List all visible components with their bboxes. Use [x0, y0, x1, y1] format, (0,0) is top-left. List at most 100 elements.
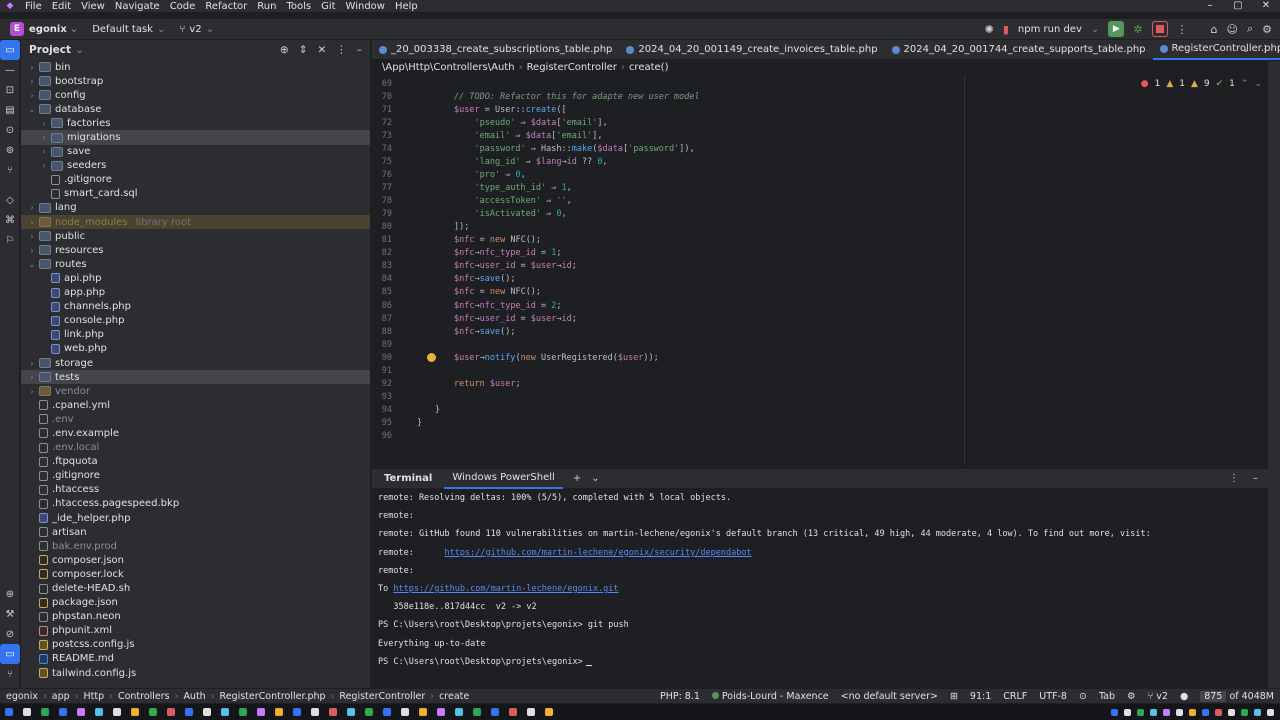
code-line[interactable]: 93: [372, 390, 1252, 403]
taskbar-app-icon[interactable]: [18, 706, 36, 718]
taskbar-app-icon[interactable]: [36, 706, 54, 718]
menu-tools[interactable]: Tools: [281, 1, 316, 12]
taskbar-app-icon[interactable]: [270, 706, 288, 718]
breadcrumb-item[interactable]: \App\Http\Controllers\Auth: [382, 62, 515, 73]
tab-list-icon[interactable]: ⌄: [1242, 44, 1250, 55]
notifications-icon[interactable]: ●: [1180, 691, 1188, 702]
tree-item[interactable]: › bootstrap: [21, 74, 370, 88]
code-line[interactable]: 69: [372, 77, 1252, 90]
hide-icon[interactable]: –: [1253, 473, 1258, 484]
tree-item[interactable]: › vendor: [21, 384, 370, 398]
code-line[interactable]: 75 'lang_id' ⇒ $lang→id ?? 0,: [372, 155, 1252, 168]
git-log-icon[interactable]: ⑂: [0, 664, 20, 684]
problems-icon[interactable]: ⊘: [0, 624, 20, 644]
tree-item[interactable]: delete-HEAD.sh: [21, 581, 370, 595]
tree-item[interactable]: › bin: [21, 60, 370, 74]
tree-item[interactable]: ⌄ routes: [21, 257, 370, 271]
file-encoding[interactable]: UTF-8: [1039, 691, 1067, 702]
tree-item[interactable]: phpunit.xml: [21, 624, 370, 638]
taskbar-app-icon[interactable]: [414, 706, 432, 718]
code-editor[interactable]: ● 1 ▲ 1 ▲ 9 ✔ 1 ⌃ ⌄ 69 70// TODO: Refactor th…: [372, 75, 1268, 465]
tree-item[interactable]: .cpanel.yml: [21, 398, 370, 412]
terminal-link[interactable]: https://github.com/martin-lechene/egonix…: [445, 548, 752, 558]
taskbar-app-icon[interactable]: [144, 706, 162, 718]
taskbar-app-icon[interactable]: [108, 706, 126, 718]
code-line[interactable]: 89: [372, 338, 1252, 351]
database-icon[interactable]: ⊚: [0, 140, 20, 160]
taskbar-app-icon[interactable]: [306, 706, 324, 718]
code-line[interactable]: 83 $nfc→user_id = $user→id;: [372, 260, 1252, 273]
code-line[interactable]: 81 $nfc = new NFC();: [372, 234, 1252, 247]
ai-assistant-icon[interactable]: ⊞: [950, 691, 958, 702]
editor-tab[interactable]: _20_003338_create_subscriptions_table.ph…: [372, 40, 619, 60]
branch-selector[interactable]: ⑂ v2 ⌄: [179, 24, 214, 35]
code-line[interactable]: 92 return $user;: [372, 377, 1252, 390]
menu-git[interactable]: Git: [316, 1, 340, 12]
tree-item[interactable]: › lang: [21, 201, 370, 215]
code-line[interactable]: 74 'password' ⇒ Hash::make($data['passwo…: [372, 142, 1252, 155]
bug-icon[interactable]: ✺: [985, 23, 994, 36]
tree-item[interactable]: _ide_helper.php: [21, 511, 370, 525]
code-line[interactable]: 95}: [372, 417, 1252, 430]
options-icon[interactable]: ⋮: [336, 44, 347, 56]
add-tab-icon[interactable]: +: [573, 473, 581, 484]
tree-item[interactable]: › factories: [21, 116, 370, 130]
taskbar-app-icon[interactable]: [378, 706, 396, 718]
tray-icon[interactable]: [1189, 708, 1196, 716]
tree-item[interactable]: › resources: [21, 243, 370, 257]
tree-item[interactable]: composer.lock: [21, 567, 370, 581]
tree-item[interactable]: .env.example: [21, 426, 370, 440]
taskbar-app-icon[interactable]: [288, 706, 306, 718]
breadcrumb-item[interactable]: create(): [629, 62, 669, 73]
code-line[interactable]: 84 $nfc→save();: [372, 273, 1252, 286]
tray-icon[interactable]: [1215, 708, 1222, 716]
taskbar-app-icon[interactable]: [234, 706, 252, 718]
code-line[interactable]: 85 $nfc = new NFC();: [372, 286, 1252, 299]
close-icon[interactable]: ✕: [1252, 0, 1280, 12]
tree-item[interactable]: console.php: [21, 314, 370, 328]
tree-item[interactable]: phpstan.neon: [21, 610, 370, 624]
minimize-icon[interactable]: –: [1196, 0, 1224, 12]
taskbar-app-icon[interactable]: [432, 706, 450, 718]
tree-item[interactable]: artisan: [21, 525, 370, 539]
taskbar-app-icon[interactable]: [252, 706, 270, 718]
terminal-tool-icon[interactable]: ▭: [0, 644, 20, 664]
options-icon[interactable]: ⋮: [1229, 473, 1239, 484]
tree-item[interactable]: composer.json: [21, 553, 370, 567]
menu-refactor[interactable]: Refactor: [200, 1, 252, 12]
taskbar-app-icon[interactable]: [216, 706, 234, 718]
nav-item[interactable]: Http: [84, 691, 105, 702]
menu-window[interactable]: Window: [341, 1, 390, 12]
build-icon[interactable]: ⚒: [0, 604, 20, 624]
nav-item[interactable]: Auth: [183, 691, 205, 702]
breadcrumb-item[interactable]: RegisterController: [527, 62, 617, 73]
settings-gear-icon[interactable]: ⚙: [1262, 23, 1272, 36]
code-line[interactable]: 88 $nfc→save();: [372, 325, 1252, 338]
taskbar-app-icon[interactable]: [540, 706, 558, 718]
tray-icon[interactable]: [1150, 708, 1157, 716]
editor-tab[interactable]: 2024_04_20_001149_create_invoices_table.…: [619, 40, 884, 60]
locate-icon[interactable]: ⊕: [280, 44, 289, 56]
tab-options-icon[interactable]: ⋮: [1260, 44, 1270, 55]
chevron-down-icon[interactable]: ⌄: [1254, 79, 1262, 89]
tree-item[interactable]: channels.php: [21, 300, 370, 314]
tree-item[interactable]: package.json: [21, 596, 370, 610]
maximize-icon[interactable]: ▢: [1224, 0, 1252, 12]
code-line[interactable]: 82 $nfc→nfc_type_id = 1;: [372, 247, 1252, 260]
branch-status[interactable]: ⑂ v2: [1148, 691, 1168, 702]
code-line[interactable]: 72 'pseudo' ⇒ $data['email'],: [372, 116, 1252, 129]
taskbar-app-icon[interactable]: [324, 706, 342, 718]
code-line[interactable]: 96: [372, 430, 1252, 443]
tree-item[interactable]: .env.local: [21, 441, 370, 455]
nav-item[interactable]: RegisterController.php: [220, 691, 326, 702]
menu-view[interactable]: View: [76, 1, 110, 12]
tray-icon[interactable]: [1228, 708, 1235, 716]
tab-windows-powershell[interactable]: Windows PowerShell: [444, 469, 563, 489]
taskbar-app-icon[interactable]: [54, 706, 72, 718]
pull-requests-icon[interactable]: ▤: [0, 100, 20, 120]
code-line[interactable]: 94}: [372, 404, 1252, 417]
tree-item[interactable]: › public: [21, 229, 370, 243]
structure-icon[interactable]: ⊡: [0, 80, 20, 100]
run-config-selector[interactable]: npm run dev: [1018, 24, 1082, 35]
nav-item[interactable]: RegisterController: [339, 691, 425, 702]
